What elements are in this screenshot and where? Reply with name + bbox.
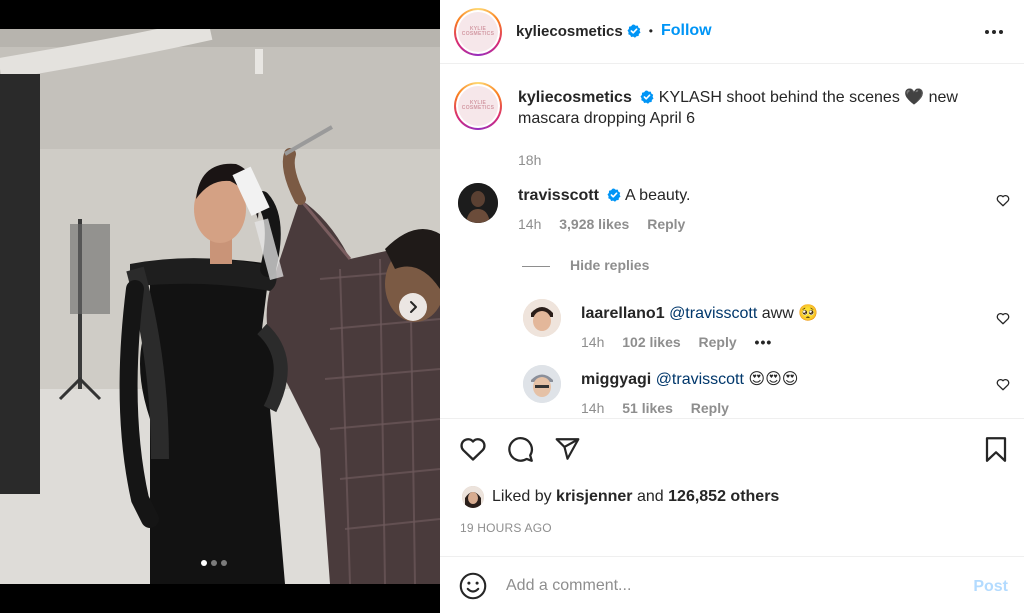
header-separator: • xyxy=(648,24,653,38)
avatar-photo-icon xyxy=(462,486,484,508)
hide-replies-label[interactable]: Hide replies xyxy=(570,257,649,273)
reply-button[interactable]: Reply xyxy=(691,400,729,416)
reply-item: miggyagi @travisscott 😍😍😍 14h 51 likes R… xyxy=(440,365,1024,417)
comment-input[interactable] xyxy=(506,577,946,595)
post-header: KYLIE COSMETICS kyliecosmetics • Follow xyxy=(440,0,1024,64)
reply-age: 14h xyxy=(581,334,605,350)
reply-age: 14h xyxy=(581,400,605,416)
like-comment-heart-icon[interactable] xyxy=(996,194,1010,207)
carousel-next-button[interactable] xyxy=(399,293,427,321)
replier-username[interactable]: laarellano1 xyxy=(581,305,665,322)
author-avatar[interactable]: KYLIE COSMETICS xyxy=(454,8,502,56)
reply-mention[interactable]: @travisscott xyxy=(656,371,744,388)
comment-text: A beauty. xyxy=(624,187,691,204)
reply-text: 😍😍😍 xyxy=(748,371,799,388)
post-timestamp[interactable]: 19 HOURS AGO xyxy=(460,521,552,535)
reply-likes[interactable]: 102 likes xyxy=(622,334,680,350)
post-caption: KYLIE COSMETICS kyliecosmetics KYLASH sh… xyxy=(440,79,1024,179)
caption-age: 18h xyxy=(518,152,542,168)
more-options-icon[interactable] xyxy=(984,24,1004,40)
replier-avatar[interactable] xyxy=(523,365,561,403)
liker-username[interactable]: krisjenner xyxy=(556,488,632,505)
emoji-icon[interactable] xyxy=(459,572,487,600)
comment-age: 14h xyxy=(518,216,542,232)
verified-badge-icon xyxy=(640,90,654,104)
comments-list: KYLIE COSMETICS kyliecosmetics KYLASH sh… xyxy=(440,65,1024,417)
like-heart-icon[interactable] xyxy=(459,436,487,462)
share-send-icon[interactable] xyxy=(554,436,581,462)
avatar-photo-icon xyxy=(523,365,561,403)
avatar-photo-icon xyxy=(523,299,561,337)
carousel-dot xyxy=(211,560,217,566)
chevron-right-icon xyxy=(410,301,417,313)
reply-mention[interactable]: @travisscott xyxy=(669,305,757,322)
liker-avatar[interactable] xyxy=(462,486,484,508)
verified-badge-icon xyxy=(607,188,621,202)
replier-avatar[interactable] xyxy=(523,299,561,337)
like-reply-heart-icon[interactable] xyxy=(996,312,1010,325)
likes-count[interactable]: 126,852 others xyxy=(668,488,779,505)
hide-replies-toggle[interactable]: Hide replies xyxy=(440,257,1024,277)
post-media xyxy=(0,0,440,613)
comment-composer: Post xyxy=(440,556,1024,613)
like-reply-heart-icon[interactable] xyxy=(996,378,1010,391)
replier-username[interactable]: miggyagi xyxy=(581,371,651,388)
carousel-dot xyxy=(221,560,227,566)
likes-summary: Liked by krisjenner and 126,852 others xyxy=(492,488,779,506)
commenter-username[interactable]: travisscott xyxy=(518,187,599,204)
comment-likes[interactable]: 3,928 likes xyxy=(559,216,629,232)
kylie-cosmetics-logo: KYLIE COSMETICS xyxy=(458,12,498,52)
caption-author-avatar[interactable]: KYLIE COSMETICS xyxy=(454,82,502,130)
replies-divider-line xyxy=(522,266,550,267)
reply-button[interactable]: Reply xyxy=(699,334,737,350)
post-details-panel: KYLIE COSMETICS kyliecosmetics • Follow … xyxy=(440,0,1024,613)
commenter-avatar[interactable] xyxy=(458,183,498,223)
verified-badge-icon xyxy=(627,24,641,38)
save-bookmark-icon[interactable] xyxy=(984,436,1008,463)
kylie-cosmetics-logo: KYLIE COSMETICS xyxy=(458,86,498,126)
liked-by-prefix: Liked by xyxy=(492,488,552,505)
comment-item: travisscott A beauty. 14h 3,928 likes Re… xyxy=(440,181,1024,241)
comment-bubble-icon[interactable] xyxy=(507,436,534,463)
post-actions xyxy=(440,418,1024,556)
carousel-dot xyxy=(201,560,207,566)
reply-item: laarellano1 @travisscott aww 🥺 14h 102 l… xyxy=(440,299,1024,355)
reply-text: aww 🥺 xyxy=(761,305,819,322)
post-comment-button[interactable]: Post xyxy=(973,578,1008,596)
caption-username[interactable]: kyliecosmetics xyxy=(518,89,632,106)
reply-button[interactable]: Reply xyxy=(647,216,685,232)
liked-by-and: and xyxy=(636,488,664,505)
reply-more-options-icon[interactable]: ••• xyxy=(755,334,773,350)
follow-button[interactable]: Follow xyxy=(661,22,712,40)
carousel-indicator xyxy=(201,560,227,566)
reply-likes[interactable]: 51 likes xyxy=(622,400,673,416)
post-photo[interactable] xyxy=(0,29,440,584)
author-username[interactable]: kyliecosmetics xyxy=(516,23,623,40)
avatar-photo-icon xyxy=(458,183,498,223)
photo-illustration xyxy=(0,29,440,584)
